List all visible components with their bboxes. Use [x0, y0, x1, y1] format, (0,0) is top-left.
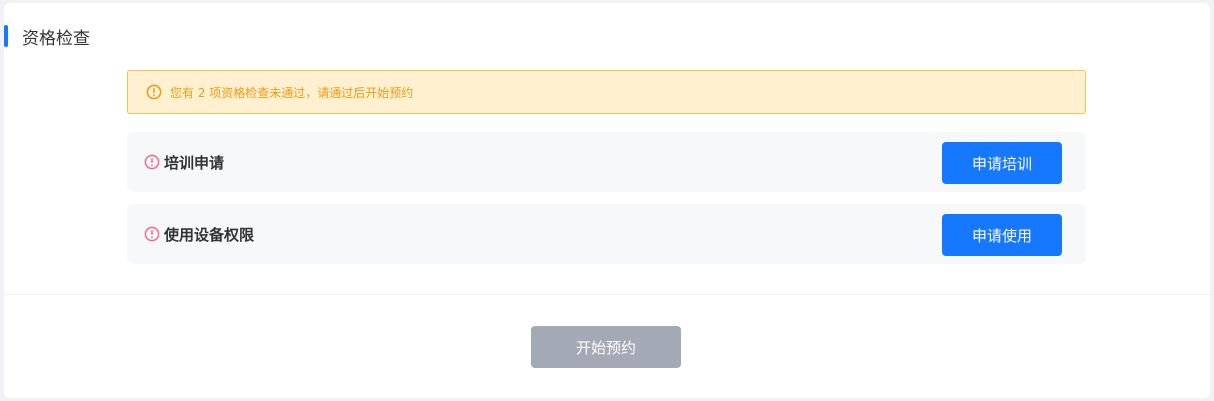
- apply-training-button[interactable]: 申请培训: [942, 142, 1062, 184]
- qualification-check-panel: 资格检查 您有 2 项资格检查未通过，请通过后开始预约 培训申请 申请培训 使用…: [4, 3, 1210, 398]
- apply-usage-button[interactable]: 申请使用: [942, 214, 1062, 256]
- section-title: 资格检查: [22, 28, 90, 49]
- check-row-training: 培训申请 申请培训: [127, 132, 1086, 192]
- warning-circle-icon: [146, 84, 162, 100]
- footer-divider: [4, 294, 1210, 295]
- section-accent-bar: [4, 25, 8, 47]
- check-label-training: 培训申请: [164, 153, 225, 172]
- warning-banner: 您有 2 项资格检查未通过，请通过后开始预约: [127, 70, 1086, 114]
- section-header: 资格检查: [4, 23, 90, 49]
- error-circle-icon: [144, 154, 160, 170]
- check-label-equipment-permission: 使用设备权限: [164, 225, 255, 244]
- start-booking-button[interactable]: 开始预约: [531, 326, 681, 368]
- check-row-equipment-permission: 使用设备权限 申请使用: [127, 204, 1086, 264]
- warning-text: 您有 2 项资格检查未通过，请通过后开始预约: [170, 85, 414, 100]
- error-circle-icon: [144, 226, 160, 242]
